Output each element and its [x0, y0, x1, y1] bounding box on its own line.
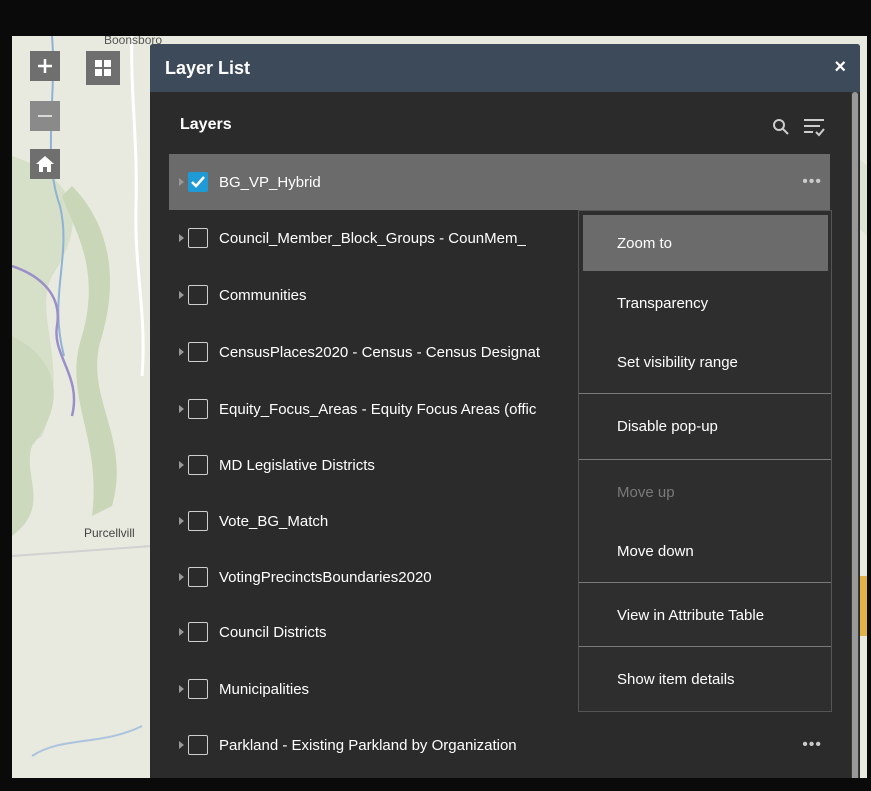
- layers-section-title: Layers: [180, 116, 232, 133]
- plus-icon: [38, 59, 52, 73]
- zoom-out-button[interactable]: [30, 101, 60, 131]
- layer-name: Council_Member_Block_Groups - CounMem_: [219, 229, 526, 247]
- caret-right-icon[interactable]: [179, 405, 184, 413]
- search-button[interactable]: [772, 118, 790, 141]
- layer-checkbox[interactable]: [188, 455, 208, 475]
- layer-name: Communities: [219, 286, 307, 304]
- panel-header: Layer List ×: [150, 44, 860, 92]
- layer-checkbox[interactable]: [188, 622, 208, 642]
- menu-divider: [579, 459, 831, 460]
- zoom-in-button[interactable]: [30, 51, 60, 81]
- layer-checkbox[interactable]: [188, 399, 208, 419]
- layer-name: Municipalities: [219, 680, 310, 698]
- menu-divider: [579, 646, 831, 647]
- map-label-purcellville: Purcellvill: [84, 526, 135, 540]
- menu-item-disable-popup[interactable]: Disable pop-up: [583, 398, 828, 454]
- caret-right-icon[interactable]: [179, 685, 184, 693]
- layer-checkbox[interactable]: [188, 342, 208, 362]
- menu-item-move-up: Move up: [617, 483, 675, 501]
- menu-item-show-item-details[interactable]: Show item details: [583, 651, 828, 707]
- layer-checkbox[interactable]: [188, 285, 208, 305]
- layer-checkbox[interactable]: [188, 679, 208, 699]
- search-icon: [773, 119, 789, 135]
- layer-name: VotingPrecinctsBoundaries2020: [219, 568, 432, 586]
- basemap-gallery-button[interactable]: [86, 51, 120, 85]
- layer-options-menu: Zoom to Transparency Set visibility rang…: [578, 210, 832, 712]
- minus-icon: [38, 115, 52, 117]
- caret-right-icon[interactable]: [179, 573, 184, 581]
- scrollbar[interactable]: [851, 92, 859, 778]
- menu-divider: [579, 582, 831, 583]
- layer-name: CensusPlaces2020 - Census - Census Desig…: [219, 343, 540, 361]
- check-icon: [191, 176, 205, 188]
- layer-checkbox[interactable]: [188, 567, 208, 587]
- more-options-button[interactable]: •••: [802, 173, 822, 191]
- layer-name: Parkland - Existing Parkland by Organiza…: [219, 736, 517, 754]
- filter-list-button[interactable]: [802, 116, 826, 143]
- caret-right-icon[interactable]: [179, 741, 184, 749]
- caret-right-icon[interactable]: [179, 628, 184, 636]
- menu-item-view-attribute-table[interactable]: View in Attribute Table: [583, 587, 828, 643]
- caret-right-icon[interactable]: [179, 178, 184, 186]
- layer-name: BG_VP_Hybrid: [219, 173, 321, 191]
- layer-name: Equity_Focus_Areas - Equity Focus Areas …: [219, 400, 537, 418]
- more-options-button[interactable]: •••: [802, 736, 822, 754]
- filter-list-icon: [804, 119, 825, 137]
- home-button[interactable]: [30, 149, 60, 179]
- home-icon: [36, 156, 54, 172]
- caret-right-icon[interactable]: [179, 291, 184, 299]
- layer-name: Vote_BG_Match: [219, 512, 329, 530]
- layer-checkbox[interactable]: [188, 511, 208, 531]
- layer-row[interactable]: BG_VP_Hybrid •••: [169, 154, 830, 210]
- menu-item-move-down[interactable]: Move down: [583, 523, 828, 579]
- menu-item-zoom-to[interactable]: Zoom to: [583, 215, 828, 271]
- layer-name: MD Legislative Districts: [219, 456, 375, 474]
- caret-right-icon[interactable]: [179, 234, 184, 242]
- menu-item-set-visibility-range[interactable]: Set visibility range: [583, 334, 828, 390]
- panel-title: Layer List: [165, 57, 251, 78]
- layers-toolbar: Layers: [180, 116, 840, 142]
- caret-right-icon[interactable]: [179, 348, 184, 356]
- layer-name: Council Districts: [219, 623, 327, 641]
- layer-row[interactable]: Parkland - Existing Parkland by Organiza…: [169, 717, 830, 773]
- layer-checkbox[interactable]: [188, 172, 208, 192]
- menu-divider: [579, 393, 831, 394]
- layer-checkbox[interactable]: [188, 228, 208, 248]
- menu-item-transparency[interactable]: Transparency: [583, 275, 828, 331]
- layer-checkbox[interactable]: [188, 735, 208, 755]
- caret-right-icon[interactable]: [179, 517, 184, 525]
- caret-right-icon[interactable]: [179, 461, 184, 469]
- screenshot-frame: Boonsboro Purcellvill Layer List × Layer…: [0, 0, 871, 791]
- grid-icon: [95, 60, 111, 76]
- close-button[interactable]: ×: [834, 56, 846, 79]
- scrollbar-thumb[interactable]: [852, 92, 858, 778]
